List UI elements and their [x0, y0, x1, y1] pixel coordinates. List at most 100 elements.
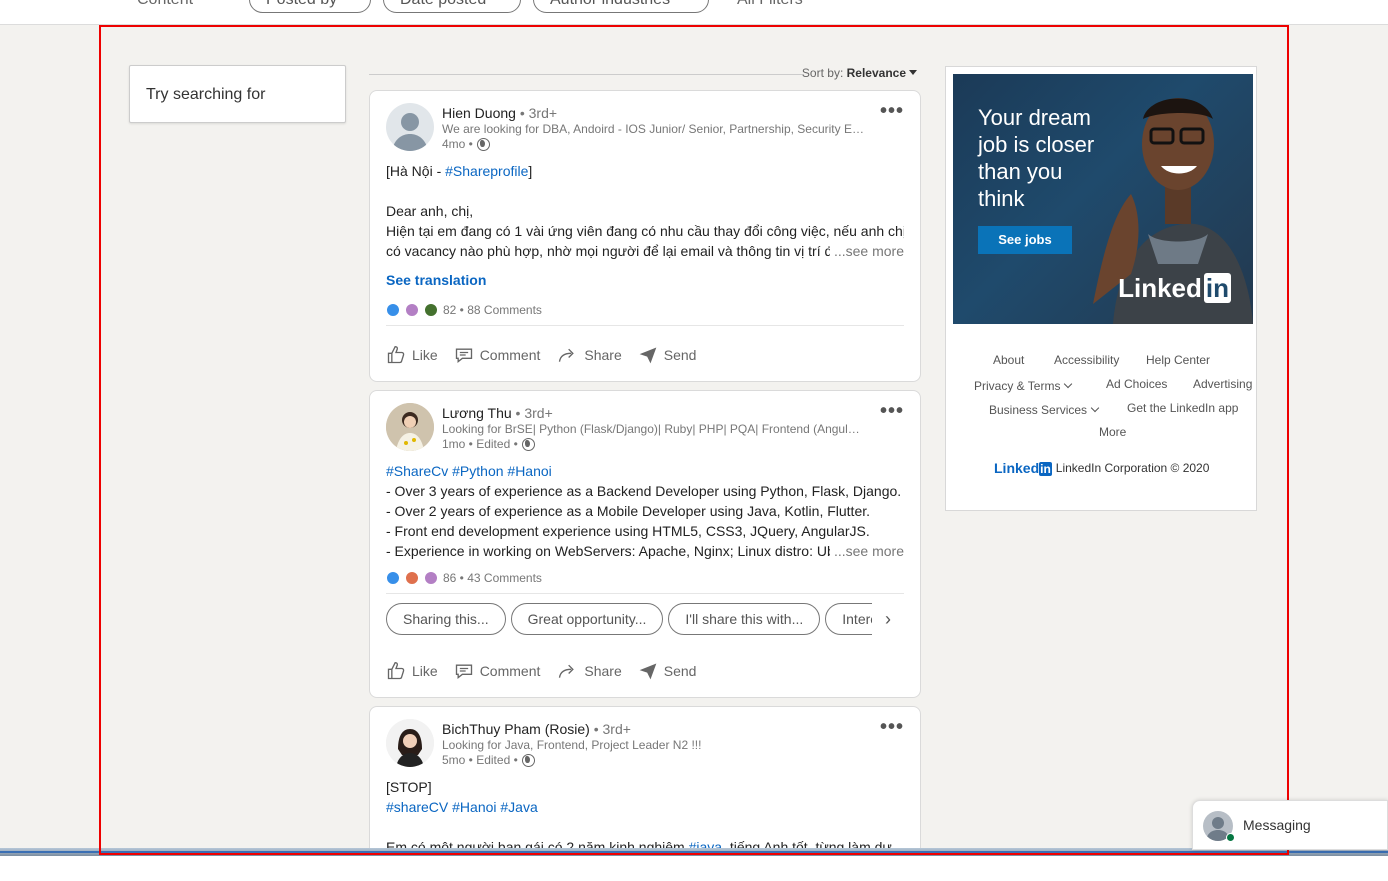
more-options-icon[interactable]: ••• [880, 401, 904, 421]
sort-label: Sort by: [801, 66, 844, 80]
share-label: Share [584, 663, 622, 679]
comment-label: Comment [479, 347, 541, 363]
see-jobs-button[interactable]: See jobs [978, 226, 1072, 254]
social-counts[interactable]: 82 • 88 Comments [386, 301, 904, 319]
footer-about[interactable]: About [993, 353, 1024, 367]
like-reaction-icon [386, 303, 400, 317]
author-headline: Looking for BrSE| Python (Flask/Django)|… [442, 422, 864, 436]
comment-button[interactable]: Comment [454, 661, 540, 681]
footer-more[interactable]: More [1099, 425, 1126, 439]
send-label: Send [663, 347, 697, 363]
sort-divider [369, 74, 804, 75]
hashtags[interactable]: #shareCV #Hanoi #Java [386, 797, 904, 817]
share-button[interactable]: Share [556, 661, 622, 681]
corp-logo-in: in [1039, 462, 1052, 476]
connection-degree: • 3rd+ [515, 105, 558, 121]
footer-privacy-label: Privacy & Terms [974, 379, 1061, 393]
avatar[interactable] [386, 719, 434, 767]
filter-all-filters[interactable]: All Filters [737, 0, 803, 13]
sort-dropdown[interactable]: Sort by: Relevance [802, 66, 917, 80]
messaging-label: Messaging [1243, 817, 1311, 833]
comment-button[interactable]: Comment [454, 345, 541, 365]
post-text: Dear anh, chị, [386, 203, 474, 219]
post-time: 4mo • [442, 137, 473, 151]
ad-headline: Your dream job is closer than you think [978, 105, 1095, 211]
footer-privacy-terms[interactable]: Privacy & Terms [974, 379, 1073, 393]
more-options-icon[interactable]: ••• [880, 717, 904, 737]
linkedin-logo: Linked in [1118, 273, 1231, 304]
corp-logo-text: Linked [994, 460, 1040, 476]
post-time: 5mo • Edited • [442, 753, 518, 767]
share-label: Share [584, 347, 622, 363]
post-text: - Front end development experience using… [386, 523, 870, 539]
chevron-down-icon [1090, 403, 1100, 413]
jobs-ad-banner[interactable]: Your dream job is closer than you think … [953, 74, 1253, 324]
like-label: Like [412, 663, 438, 679]
avatar[interactable] [386, 403, 434, 451]
filter-posted-by[interactable]: Posted by [249, 0, 371, 13]
comment-icon [455, 664, 472, 680]
curious-reaction-icon [424, 571, 438, 585]
connection-degree: • 3rd+ [589, 721, 631, 737]
like-button[interactable]: Like [386, 345, 438, 365]
footer-corporation: Linkedin LinkedIn Corporation © 2020 [994, 460, 1209, 476]
footer-get-app[interactable]: Get the LinkedIn app [1127, 401, 1238, 415]
author-headline: Looking for Java, Frontend, Project Lead… [442, 738, 702, 752]
filter-content[interactable]: Content [137, 0, 193, 13]
share-icon [559, 664, 575, 678]
connection-degree: • 3rd+ [511, 405, 553, 421]
more-options-icon[interactable]: ••• [880, 101, 904, 121]
post-text: - Over 2 years of experience as a Mobile… [386, 503, 871, 519]
globe-icon [521, 753, 535, 767]
social-counts[interactable]: 86 • 43 Comments [386, 569, 904, 587]
author-name[interactable]: Hien Duong [442, 105, 516, 121]
chevron-down-icon [1064, 379, 1073, 389]
like-label: Like [412, 347, 438, 363]
filter-author-industries[interactable]: Author industries [533, 0, 709, 13]
support-reaction-icon [424, 303, 438, 317]
like-button[interactable]: Like [386, 661, 438, 681]
post-body: [STOP] #shareCV #Hanoi #Java Em có một n… [386, 777, 904, 855]
post-actions: Like Comment Share Send [386, 659, 712, 683]
send-button[interactable]: Send [638, 345, 697, 365]
suggested-comment-chip[interactable]: Sharing this... [386, 603, 506, 635]
footer-advertising[interactable]: Advertising [1193, 377, 1252, 391]
footer-ad-choices[interactable]: Ad Choices [1106, 377, 1167, 391]
share-icon [559, 348, 575, 362]
sort-value: Relevance [846, 66, 906, 80]
footer-business-label: Business Services [989, 403, 1088, 417]
footer-help-center[interactable]: Help Center [1146, 353, 1210, 367]
suggested-comment-chip[interactable]: I'll share this with... [668, 603, 821, 635]
author-name[interactable]: Lương Thu [442, 405, 512, 421]
suggested-comments: Sharing this... Great opportunity... I'l… [386, 603, 904, 635]
post-text: - Experience in working on WebServers: A… [386, 543, 843, 559]
see-more-link[interactable]: ...see more [829, 241, 904, 261]
post-text: [STOP] [386, 779, 432, 795]
send-icon [639, 347, 657, 364]
chevron-right-icon[interactable]: › [872, 603, 904, 635]
author-name[interactable]: BichThuy Pham (Rosie) [442, 721, 590, 737]
feed-post: Lương Thu • 3rd+ Looking for BrSE| Pytho… [369, 390, 921, 698]
suggested-comment-chip[interactable]: Great opportunity... [510, 603, 664, 635]
messaging-overlay[interactable]: Messaging [1192, 800, 1388, 850]
see-translation-link[interactable]: See translation [386, 272, 486, 288]
post-text: [Hà Nội - [386, 163, 446, 179]
see-more-link[interactable]: ...see more [829, 541, 904, 561]
linkedin-small-logo: Linkedin [994, 460, 1052, 476]
search-filter-bar: Content Posted by Date posted Author ind… [0, 0, 1388, 25]
post-body: #ShareCv #Python #Hanoi - Over 3 years o… [386, 461, 904, 561]
send-button[interactable]: Send [638, 661, 697, 681]
share-button[interactable]: Share [556, 345, 622, 365]
send-label: Send [663, 663, 697, 679]
avatar[interactable] [386, 103, 434, 151]
footer-accessibility[interactable]: Accessibility [1054, 353, 1119, 367]
hashtag[interactable]: #Shareprofile [445, 163, 528, 179]
filter-date-posted[interactable]: Date posted [383, 0, 521, 13]
divider [386, 325, 904, 326]
hashtags[interactable]: #ShareCv #Python #Hanoi [386, 461, 904, 481]
caret-down-icon [909, 70, 917, 75]
footer-business-services[interactable]: Business Services [989, 403, 1100, 417]
feed-post: Hien Duong • 3rd+ We are looking for DBA… [369, 90, 921, 382]
taskbar-edge [0, 848, 1388, 856]
try-searching-label: Try searching for [146, 86, 266, 103]
